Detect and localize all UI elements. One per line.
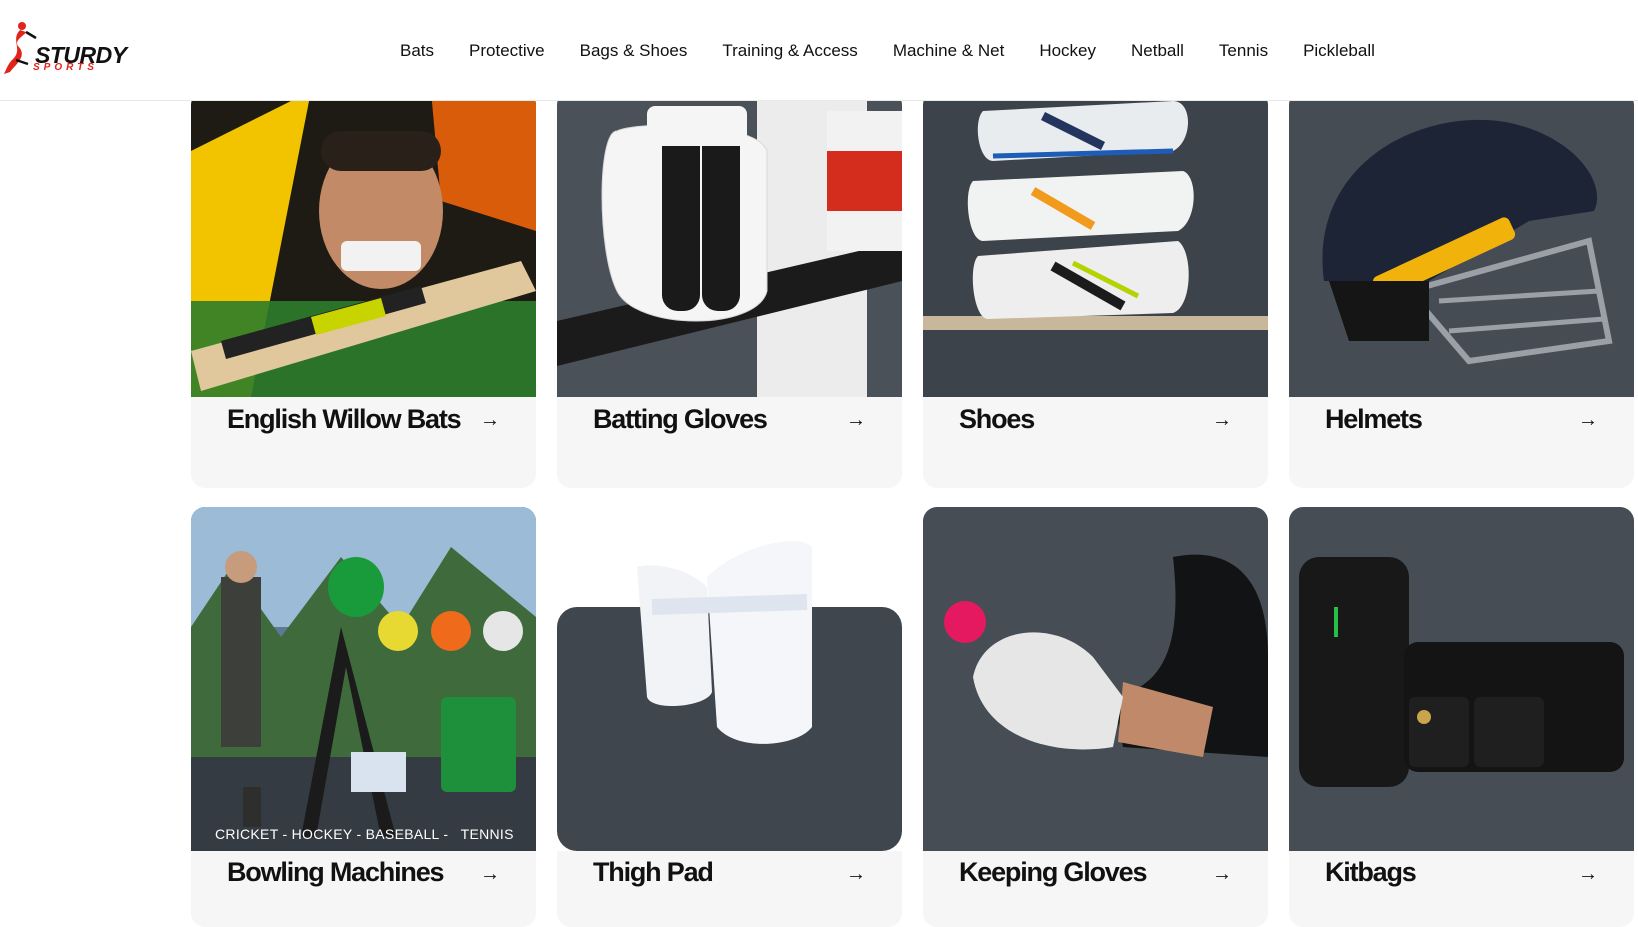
arrow-right-icon[interactable]: → — [480, 409, 500, 432]
category-card-shoes[interactable]: Shoes → — [923, 91, 1268, 488]
category-label: Keeping Gloves — [959, 857, 1147, 887]
logo-subwordmark: SPORTS — [33, 62, 98, 73]
arrow-right-icon[interactable]: → — [480, 863, 500, 886]
category-card-kitbags[interactable]: Kitbags → — [1289, 507, 1634, 927]
category-label: Kitbags — [1325, 857, 1417, 887]
main-nav: Bats Protective Bags & Shoes Training & … — [400, 36, 1410, 66]
stacked-cricket-shoes-image — [923, 91, 1268, 397]
bowling-machine-image — [191, 507, 536, 851]
category-card-batting-gloves[interactable]: Batting Gloves → — [557, 91, 902, 488]
category-card-thigh-pad[interactable]: Thigh Pad → — [557, 507, 902, 927]
category-card-bowling-machines[interactable]: CRICKET - HOCKEY - BASEBALL - TENNIS Bow… — [191, 507, 536, 927]
cricket-player-with-bat-image — [191, 91, 536, 397]
category-label: Helmets — [1325, 404, 1423, 434]
arrow-right-icon[interactable]: → — [1578, 863, 1598, 886]
nav-item-pickleball[interactable]: Pickleball — [1303, 36, 1375, 66]
category-label: Shoes — [959, 404, 1035, 434]
bowling-machine-caption: CRICKET - HOCKEY - BASEBALL - TENNIS — [215, 826, 514, 842]
nav-item-bats[interactable]: Bats — [400, 36, 434, 66]
category-label: Batting Gloves — [593, 404, 768, 434]
arrow-right-icon[interactable]: → — [846, 409, 866, 432]
arrow-right-icon[interactable]: → — [846, 863, 866, 886]
arrow-right-icon[interactable]: → — [1212, 409, 1232, 432]
category-label: English Willow Bats — [227, 404, 462, 434]
nav-item-netball[interactable]: Netball — [1131, 36, 1184, 66]
nav-item-hockey[interactable]: Hockey — [1039, 36, 1096, 66]
nav-item-training-access[interactable]: Training & Access — [722, 36, 857, 66]
category-card-english-willow-bats[interactable]: English Willow Bats → — [191, 91, 536, 488]
sturdy-sports-logo[interactable]: STURDY SPORTS — [2, 20, 127, 80]
category-label: Bowling Machines — [227, 857, 445, 887]
category-card-helmets[interactable]: Helmets → — [1289, 91, 1634, 488]
nav-item-machine-net[interactable]: Machine & Net — [893, 36, 1005, 66]
nav-item-bags-shoes[interactable]: Bags & Shoes — [580, 36, 688, 66]
category-card-keeping-gloves[interactable]: Keeping Gloves → — [923, 507, 1268, 927]
category-label: Thigh Pad — [593, 857, 714, 887]
navy-helmet-image — [1289, 91, 1634, 397]
batting-gloves-image — [557, 91, 902, 397]
nav-item-tennis[interactable]: Tennis — [1219, 36, 1268, 66]
white-thigh-pad-image — [557, 507, 902, 851]
keeping-glove-image — [923, 507, 1268, 851]
black-kitbags-image — [1289, 507, 1634, 851]
arrow-right-icon[interactable]: → — [1578, 409, 1598, 432]
nav-item-protective[interactable]: Protective — [469, 36, 545, 66]
arrow-right-icon[interactable]: → — [1212, 863, 1232, 886]
site-header: STURDY SPORTS Bats Protective Bags & Sho… — [0, 0, 1638, 101]
